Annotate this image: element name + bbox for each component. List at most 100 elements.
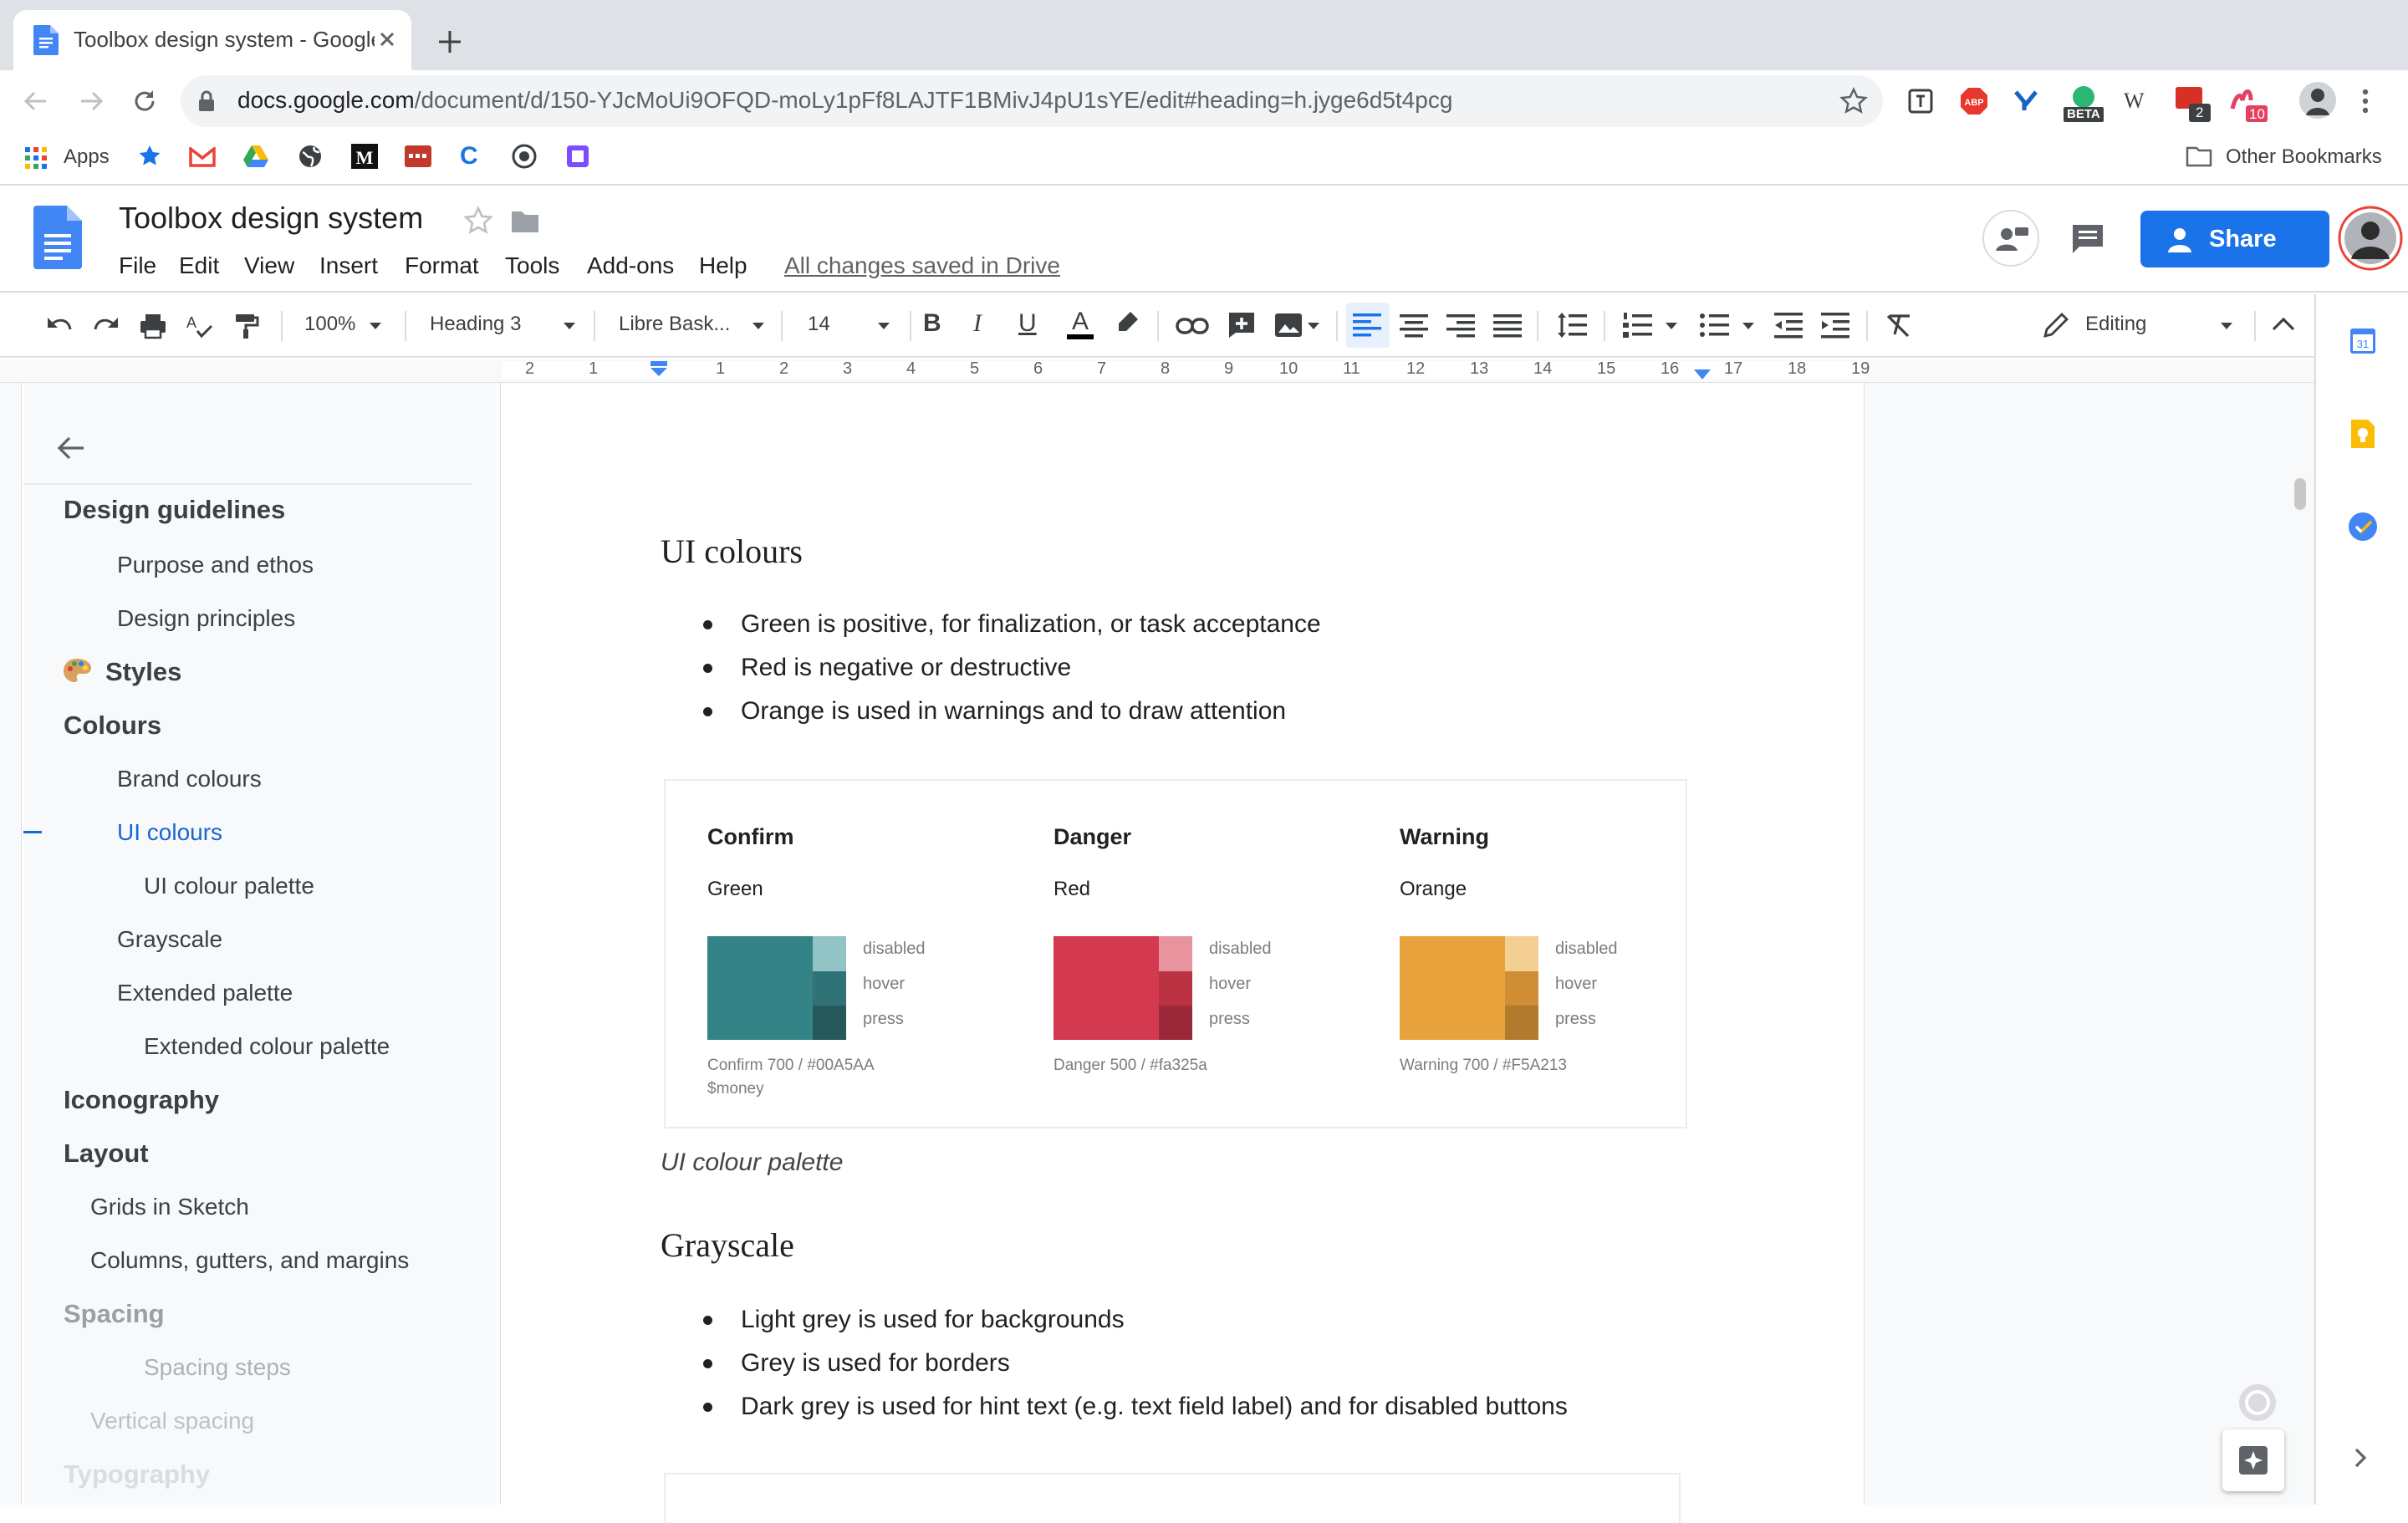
outline-item-layout[interactable]: Layout <box>64 1138 149 1169</box>
outline-item-design-principles[interactable]: Design principles <box>117 605 295 632</box>
grayscale-palette-image[interactable] <box>664 1473 1681 1523</box>
bulleted-list-dropdown-icon[interactable] <box>1741 321 1756 331</box>
heading-ui-colours[interactable]: UI colours <box>661 532 803 571</box>
folder-icon[interactable] <box>2186 145 2212 167</box>
paragraph-style-select[interactable]: Heading 3 <box>430 313 521 336</box>
style-dropdown-icon[interactable] <box>562 321 577 331</box>
menu-add-ons[interactable]: Add-ons <box>587 252 674 279</box>
lock-icon[interactable] <box>197 90 216 112</box>
insert-link-icon[interactable] <box>1176 316 1209 336</box>
insert-image-icon[interactable] <box>1274 313 1303 338</box>
menu-file[interactable]: File <box>119 252 156 279</box>
adblock-icon[interactable]: ABP <box>1960 87 1988 115</box>
bullet-item[interactable]: Red is negative or destructive <box>741 654 1071 682</box>
globe-icon[interactable] <box>298 144 323 169</box>
decrease-indent-icon[interactable] <box>1774 311 1803 339</box>
font-dropdown-icon[interactable] <box>751 321 766 331</box>
bookmark-star-favicon[interactable] <box>137 144 162 169</box>
close-tab-icon[interactable] <box>376 28 398 50</box>
bookmark-star-icon[interactable] <box>1839 87 1868 115</box>
outline-item-spacing-steps[interactable]: Spacing steps <box>144 1354 291 1381</box>
undo-icon[interactable] <box>45 313 74 339</box>
bookmark-apps[interactable]: Apps <box>64 145 110 169</box>
ui-colour-palette-image[interactable]: Confirm Green disabled hover press Confi… <box>664 779 1687 1128</box>
italic-icon[interactable]: I <box>973 309 982 338</box>
account-avatar[interactable] <box>2338 206 2403 271</box>
menu-format[interactable]: Format <box>405 252 479 279</box>
star-document-icon[interactable] <box>463 206 493 236</box>
image-dropdown-icon[interactable] <box>1306 321 1321 331</box>
text-color-icon[interactable]: A <box>1064 306 1097 343</box>
comments-icon[interactable] <box>2070 222 2105 256</box>
purple-app-icon[interactable] <box>565 144 590 169</box>
insert-comment-icon[interactable] <box>1227 311 1256 339</box>
align-left-icon[interactable] <box>1346 303 1390 348</box>
save-status-link[interactable]: All changes saved in Drive <box>784 252 1060 279</box>
spellcheck-icon[interactable]: A <box>186 313 214 339</box>
menu-view[interactable]: View <box>244 252 294 279</box>
outline-item-extended-colour-palette[interactable]: Extended colour palette <box>144 1033 390 1060</box>
outline-item-vertical-spacing[interactable]: Vertical spacing <box>90 1408 254 1434</box>
bold-icon[interactable]: B <box>923 309 941 338</box>
extension-reader-icon[interactable] <box>1908 89 1933 114</box>
browser-tab[interactable]: Toolbox design system - Google Docs <box>13 10 411 70</box>
bullet-item[interactable]: Dark grey is used for hint text (e.g. te… <box>741 1393 1568 1421</box>
forward-icon[interactable] <box>77 87 105 115</box>
clock-globe-icon[interactable] <box>512 144 537 169</box>
document-scrollbar-thumb[interactable] <box>2294 478 2306 510</box>
left-indent-marker[interactable] <box>649 361 669 381</box>
todoist-icon[interactable] <box>405 145 431 167</box>
outline-item-purpose-and-ethos[interactable]: Purpose and ethos <box>117 552 314 578</box>
outline-item-design-guidelines[interactable]: Design guidelines <box>64 495 285 525</box>
font-size-dropdown-icon[interactable] <box>876 321 891 331</box>
todo-extension-icon[interactable]: 2 <box>2174 85 2212 124</box>
codepen-icon[interactable]: C <box>460 142 478 171</box>
show-activity-icon[interactable] <box>1982 209 2040 267</box>
outline-item-typography[interactable]: Typography <box>64 1459 210 1490</box>
editing-mode-dropdown-icon[interactable] <box>2219 321 2234 331</box>
heading-grayscale[interactable]: Grayscale <box>661 1225 794 1265</box>
clear-formatting-icon[interactable] <box>1885 313 1913 338</box>
new-tab-icon[interactable] <box>436 28 463 55</box>
outline-item-brand-colours[interactable]: Brand colours <box>117 766 262 792</box>
bullet-item[interactable]: Light grey is used for backgrounds <box>741 1306 1125 1334</box>
menu-tools[interactable]: Tools <box>505 252 559 279</box>
share-button[interactable]: Share <box>2140 211 2329 267</box>
back-icon[interactable] <box>22 87 50 115</box>
bullet-item[interactable]: Orange is used in warnings and to draw a… <box>741 697 1286 726</box>
gmail-icon[interactable] <box>189 147 216 167</box>
font-size-select[interactable]: 14 <box>808 313 830 336</box>
outline-item-iconography[interactable]: Iconography <box>64 1085 219 1115</box>
outline-item-styles[interactable]: Styles <box>105 657 181 687</box>
outline-item-columns-gutters-margins[interactable]: Columns, gutters, and margins <box>90 1247 409 1274</box>
grammarly-icon[interactable] <box>2237 1383 2278 1423</box>
outline-item-ui-colours[interactable]: UI colours <box>117 819 222 846</box>
outline-item-ui-colour-palette[interactable]: UI colour palette <box>144 873 314 899</box>
numbered-list-icon[interactable] <box>1622 311 1652 339</box>
calendar-icon[interactable]: 31 <box>2349 326 2376 354</box>
numbered-list-dropdown-icon[interactable] <box>1664 321 1679 331</box>
docs-home-logo[interactable] <box>33 206 82 269</box>
align-right-icon[interactable] <box>1446 313 1475 339</box>
bulleted-list-icon[interactable] <box>1699 311 1729 339</box>
medium-icon[interactable]: M <box>351 144 378 169</box>
keep-icon[interactable] <box>2349 418 2376 450</box>
outline-item-spacing[interactable]: Spacing <box>64 1299 165 1329</box>
editing-mode-pencil-icon[interactable] <box>2042 311 2070 339</box>
close-outline-icon[interactable] <box>55 435 85 461</box>
document-title[interactable]: Toolbox design system <box>119 201 423 236</box>
font-family-select[interactable]: Libre Bask... <box>619 313 730 336</box>
increase-indent-icon[interactable] <box>1821 311 1849 339</box>
beta-extension-icon[interactable]: BETA <box>2062 84 2105 124</box>
editing-mode-select[interactable]: Editing <box>2085 313 2146 336</box>
move-to-folder-icon[interactable] <box>510 209 540 234</box>
outline-item-extended-palette[interactable]: Extended palette <box>117 980 293 1006</box>
palette-caption[interactable]: UI colour palette <box>661 1149 843 1177</box>
line-spacing-icon[interactable] <box>1557 311 1587 339</box>
outline-item-grids-in-sketch[interactable]: Grids in Sketch <box>90 1194 249 1220</box>
bullet-item[interactable]: Grey is used for borders <box>741 1349 1010 1378</box>
reload-icon[interactable] <box>130 87 159 115</box>
outline-item-colours[interactable]: Colours <box>64 711 161 741</box>
browser-menu-icon[interactable] <box>2360 87 2371 115</box>
url-text[interactable]: docs.google.com/document/d/150-YJcMoUi9O… <box>237 87 1452 114</box>
